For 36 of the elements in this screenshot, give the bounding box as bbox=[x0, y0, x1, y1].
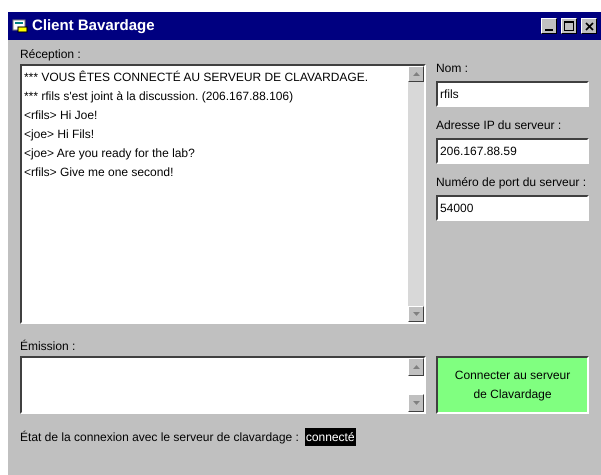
minimize-icon bbox=[545, 29, 553, 31]
field-label: Numéro de port du serveur : bbox=[436, 174, 588, 191]
emission-field[interactable] bbox=[20, 356, 426, 414]
input-field[interactable]: rfils bbox=[436, 81, 589, 107]
app-icon bbox=[12, 19, 28, 33]
scroll-up-button[interactable] bbox=[408, 66, 424, 82]
minimize-button[interactable] bbox=[541, 18, 557, 34]
chat-line: *** VOUS ÊTES CONNECTÉ AU SERVEUR DE CLAVARDAGE. bbox=[24, 69, 370, 86]
emission-label: Émission : bbox=[20, 338, 76, 355]
chat-line: *** rfils s'est joint à la discussion. (206.167.88.106) bbox=[24, 88, 294, 105]
scroll-down-button[interactable] bbox=[408, 394, 424, 412]
close-icon bbox=[584, 22, 594, 30]
window-title: Client Bavardage bbox=[32, 16, 156, 36]
maximize-icon bbox=[564, 21, 574, 31]
connect-button[interactable]: Connecter au serveur de Clavardage bbox=[436, 356, 589, 414]
up-arrow-icon bbox=[412, 365, 420, 369]
scroll-up-button[interactable] bbox=[408, 358, 424, 376]
up-arrow-icon bbox=[412, 72, 420, 76]
chat-line: <rfils> Hi Joe! bbox=[24, 107, 98, 124]
field-label: Adresse IP du serveur : bbox=[436, 117, 562, 134]
chat-line: <rfils> Give me one second! bbox=[24, 164, 174, 181]
chat-line: <joe> Are you ready for the lab? bbox=[24, 145, 196, 162]
input-field[interactable]: 54000 bbox=[436, 195, 589, 221]
input-field[interactable]: 206.167.88.59 bbox=[436, 138, 589, 164]
scrollbar[interactable] bbox=[408, 358, 424, 412]
down-arrow-icon bbox=[412, 401, 420, 405]
maximize-button[interactable] bbox=[561, 18, 577, 34]
field-label: Nom : bbox=[436, 60, 470, 77]
scroll-down-button[interactable] bbox=[408, 306, 424, 322]
scrollbar[interactable] bbox=[408, 66, 424, 322]
close-button[interactable] bbox=[581, 18, 597, 34]
status-label: État de la connexion avec le serveur de clavardage : bbox=[20, 429, 299, 446]
status-value: connecté bbox=[304, 428, 356, 446]
down-arrow-icon bbox=[412, 312, 420, 316]
chat-line: <joe> Hi Fils! bbox=[24, 126, 96, 143]
reception-label: Réception : bbox=[20, 46, 82, 63]
